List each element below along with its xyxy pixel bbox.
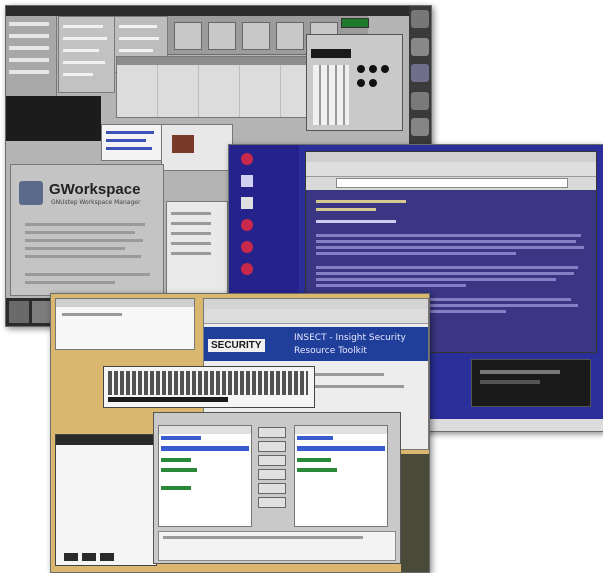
- gworkspace-logo-icon: [19, 181, 43, 205]
- launcher-icon-2[interactable]: [241, 175, 253, 187]
- calc-key[interactable]: [357, 65, 365, 73]
- menu-item[interactable]: [9, 70, 49, 74]
- app-subtitle: GNUstep Workspace Manager: [51, 199, 141, 206]
- toolbar-button[interactable]: [242, 22, 270, 50]
- dock-icon-3[interactable]: [411, 64, 429, 82]
- about-panel: GWorkspace GNUstep Workspace Manager: [10, 164, 164, 296]
- launcher-icon-6[interactable]: [241, 263, 253, 275]
- browser-menubar: [204, 299, 428, 309]
- toolbar-button[interactable]: [208, 22, 236, 50]
- launcher-icon-3[interactable]: [241, 197, 253, 209]
- progress-indicator: [341, 18, 369, 28]
- calc-key[interactable]: [369, 79, 377, 87]
- dock-icon-1[interactable]: [411, 10, 429, 28]
- launcher-icon-5[interactable]: [241, 241, 253, 253]
- dock-icon-4[interactable]: [411, 92, 429, 110]
- command-button[interactable]: [258, 483, 286, 494]
- media-player-panel: [471, 359, 591, 407]
- command-button[interactable]: [258, 427, 286, 438]
- status-area: [158, 531, 396, 561]
- insect-screenshot: SECURITY INSECT - Insight Security Resou…: [50, 293, 430, 573]
- browser-menubar: [306, 152, 596, 162]
- calculator-display: [311, 49, 351, 58]
- calc-key[interactable]: [369, 65, 377, 73]
- calculator-window: [306, 34, 403, 131]
- banner-headline-1: INSECT - Insight Security: [294, 333, 406, 343]
- menu-item[interactable]: [9, 58, 49, 62]
- dark-workspace-area: [6, 96, 101, 141]
- toolbar-button[interactable]: [276, 22, 304, 50]
- right-file-pane: [294, 425, 388, 527]
- app-name: GWorkspace: [49, 181, 141, 198]
- security-banner: SECURITY INSECT - Insight Security Resou…: [204, 327, 428, 361]
- tree-panel: [55, 434, 157, 566]
- dock-icon-2[interactable]: [411, 38, 429, 56]
- dock-icon-5[interactable]: [411, 118, 429, 136]
- calc-key[interactable]: [357, 79, 365, 87]
- command-buttons: [258, 427, 286, 523]
- submenu-column: [58, 16, 115, 93]
- menu-item[interactable]: [9, 34, 49, 38]
- file-browser: [116, 56, 313, 118]
- launcher-icon-4[interactable]: [241, 219, 253, 231]
- browser-toolbar: [204, 309, 428, 324]
- browser-toolbar: [306, 162, 596, 177]
- menu-item[interactable]: [9, 22, 49, 26]
- bottom-dock: [6, 298, 56, 326]
- url-bar[interactable]: [336, 178, 568, 188]
- menu-item[interactable]: [9, 46, 49, 50]
- banner-headline-2: Resource Toolkit: [294, 346, 367, 356]
- folder-icon[interactable]: [172, 135, 194, 153]
- security-logo: SECURITY: [208, 339, 265, 352]
- file-list-window: [166, 201, 228, 303]
- command-button[interactable]: [258, 455, 286, 466]
- calc-key[interactable]: [381, 65, 389, 73]
- dock-tile[interactable]: [9, 301, 29, 323]
- command-button[interactable]: [258, 469, 286, 480]
- launcher-icon-1[interactable]: [241, 153, 253, 165]
- dock-tile[interactable]: [32, 301, 52, 323]
- toolbar-button[interactable]: [174, 22, 202, 50]
- link-panel: [101, 124, 163, 161]
- right-sidebar: [401, 454, 429, 572]
- command-button[interactable]: [258, 441, 286, 452]
- app-menu-column: [6, 16, 57, 96]
- folder-window: [161, 124, 233, 171]
- left-file-pane: [158, 425, 252, 527]
- notepad-window: [55, 298, 195, 350]
- top-menu-strip: [6, 6, 411, 16]
- dual-pane-file-manager: [153, 412, 401, 564]
- command-button[interactable]: [258, 497, 286, 508]
- terminal-window: [103, 366, 315, 408]
